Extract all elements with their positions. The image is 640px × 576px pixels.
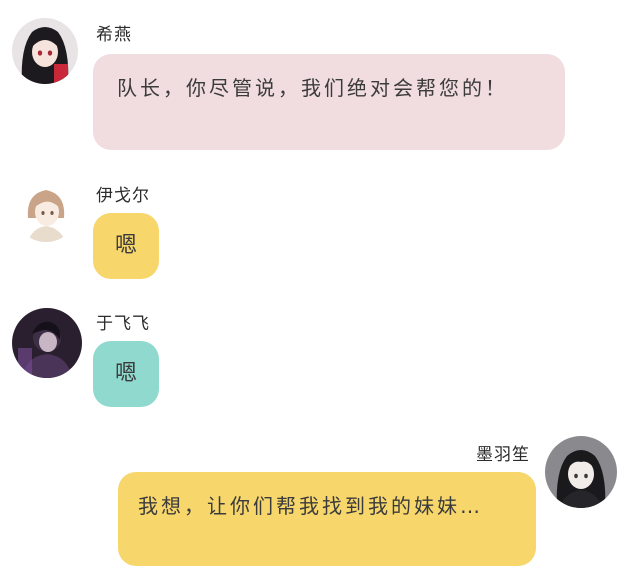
message-bubble: 嗯 (93, 213, 159, 279)
message-text: 嗯 (114, 361, 137, 386)
avatar-yufeifei[interactable] (12, 308, 82, 378)
sender-name: 伊戈尔 (96, 186, 150, 206)
sender-name: 墨羽笙 (476, 445, 530, 465)
message-text: 队长，你尽管说，我们绝对会帮您的！ (117, 76, 508, 100)
avatar-moyusheng[interactable] (545, 436, 617, 508)
sender-name: 希燕 (96, 25, 132, 45)
message-bubble: 队长，你尽管说，我们绝对会帮您的！ (93, 54, 565, 150)
message-text: 我想，让你们帮我找到我的妹妹… (138, 494, 483, 518)
message-text: 嗯 (114, 233, 137, 258)
sender-name: 于飞飞 (96, 314, 150, 334)
avatar-xiyan[interactable] (12, 18, 78, 84)
message-bubble: 嗯 (93, 341, 159, 407)
avatar-yigeer[interactable] (14, 178, 78, 242)
message-bubble: 我想，让你们帮我找到我的妹妹… (118, 472, 536, 566)
